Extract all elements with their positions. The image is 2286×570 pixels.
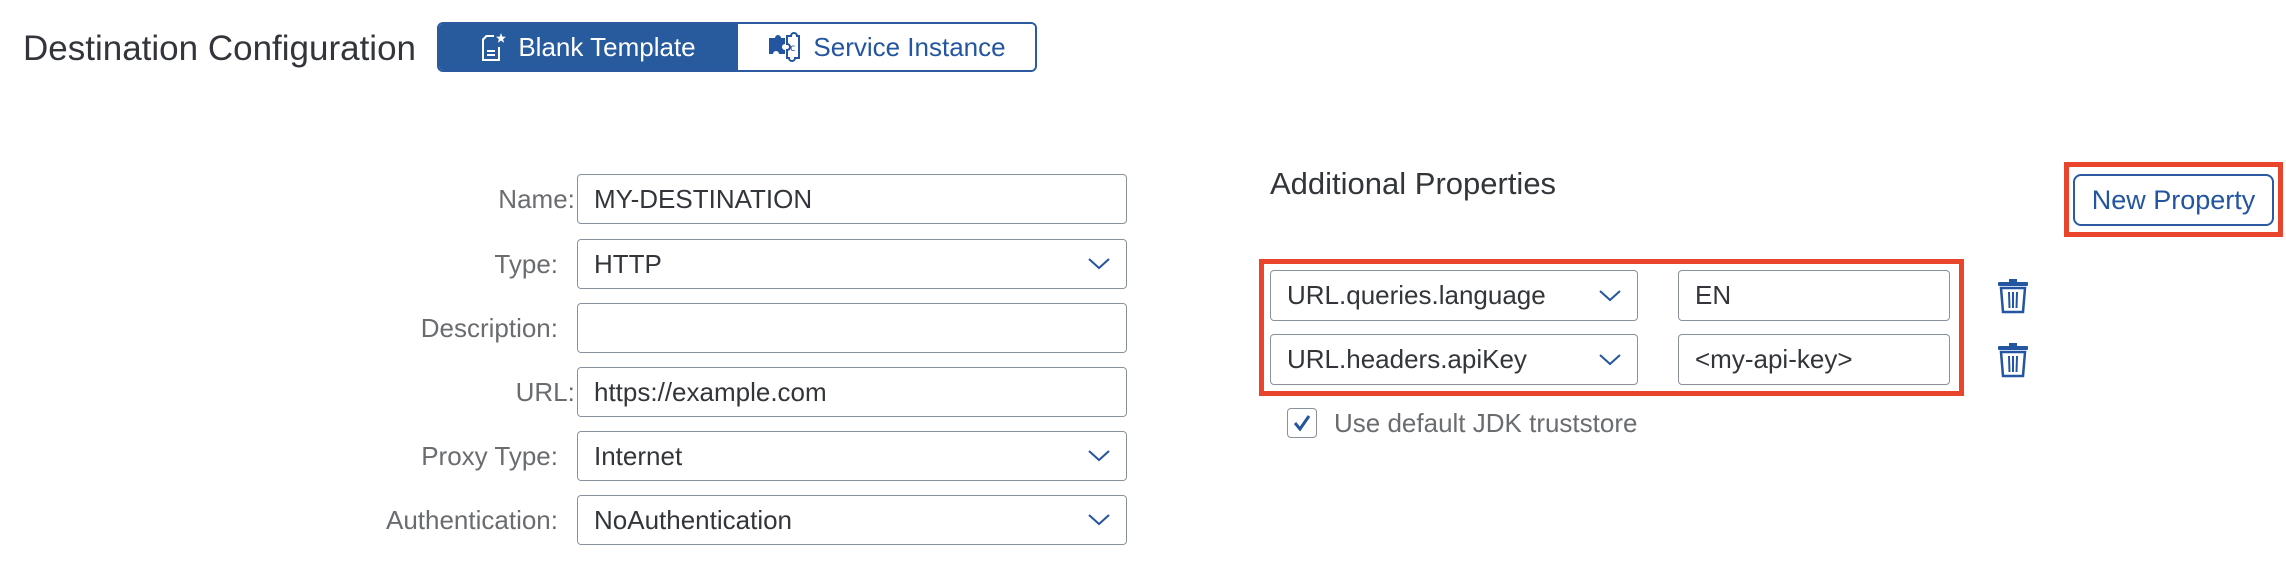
name-label: Name:*: [498, 174, 587, 224]
trash-icon: [1998, 279, 2028, 314]
property-key-value: URL.headers.apiKey: [1287, 344, 1527, 374]
chevron-down-icon: [1088, 514, 1110, 526]
form-row-authentication: Authentication: NoAuthentication: [0, 495, 1130, 545]
jdk-truststore-checkbox[interactable]: [1287, 408, 1317, 438]
segment-blank-template[interactable]: Blank Template: [439, 24, 737, 70]
segment-service-instance[interactable]: c Service Instance: [737, 24, 1035, 70]
property-key-select[interactable]: URL.queries.language: [1270, 270, 1638, 321]
additional-properties-title: Additional Properties: [1270, 166, 1557, 201]
delete-property-button[interactable]: [1996, 342, 2030, 378]
property-value-input[interactable]: <my-api-key>: [1678, 334, 1950, 385]
property-key-select[interactable]: URL.headers.apiKey: [1270, 334, 1638, 385]
jdk-truststore-label: Use default JDK truststore: [1334, 408, 1638, 438]
trash-icon: [1998, 343, 2028, 378]
property-value-input[interactable]: EN: [1678, 270, 1950, 321]
page-title: Destination Configuration: [23, 29, 417, 68]
field-value: MY-DESTINATION: [594, 183, 813, 214]
chevron-down-icon: [1599, 289, 1621, 301]
field-value: https://example.com: [594, 376, 827, 407]
description-label: Description:: [420, 313, 558, 343]
checkmark-icon: [1293, 415, 1311, 432]
template-source-segmented-control: Blank Template c Service Instance: [437, 22, 1037, 72]
proxy-type-select[interactable]: Internet: [577, 431, 1127, 481]
svg-text:c: c: [790, 43, 796, 54]
description-input[interactable]: [577, 303, 1127, 353]
url-input[interactable]: https://example.com: [577, 367, 1127, 417]
label-text: URL:: [515, 377, 575, 407]
field-value: HTTP: [594, 248, 662, 279]
field-value: NoAuthentication: [594, 504, 793, 535]
type-label: Type:: [494, 249, 558, 279]
chevron-down-icon: [1599, 353, 1621, 365]
chevron-down-icon: [1088, 450, 1110, 462]
form-row-type: Type: HTTP: [0, 239, 1130, 289]
authentication-select[interactable]: NoAuthentication: [577, 495, 1127, 545]
form-row-name: Name:* MY-DESTINATION: [0, 174, 1130, 224]
authentication-label: Authentication:: [385, 505, 558, 535]
chevron-down-icon: [1088, 258, 1110, 270]
type-select[interactable]: HTTP: [577, 239, 1127, 289]
label-text: Name:: [498, 184, 575, 214]
field-value: Internet: [594, 440, 683, 471]
name-input[interactable]: MY-DESTINATION: [577, 174, 1127, 224]
form-row-proxy-type: Proxy Type: Internet: [0, 431, 1130, 481]
blank-template-icon: [480, 31, 507, 63]
new-property-button[interactable]: New Property: [2073, 174, 2274, 226]
puzzle-icon: c: [767, 30, 801, 64]
delete-property-button[interactable]: [1996, 278, 2030, 314]
segment-label: Blank Template: [518, 31, 696, 62]
property-key-value: URL.queries.language: [1287, 280, 1546, 310]
form-row-url: URL:* https://example.com: [0, 367, 1130, 417]
form-row-description: Description:: [0, 303, 1130, 353]
segment-label: Service Instance: [813, 31, 1006, 62]
proxy-type-label: Proxy Type:: [421, 441, 558, 471]
